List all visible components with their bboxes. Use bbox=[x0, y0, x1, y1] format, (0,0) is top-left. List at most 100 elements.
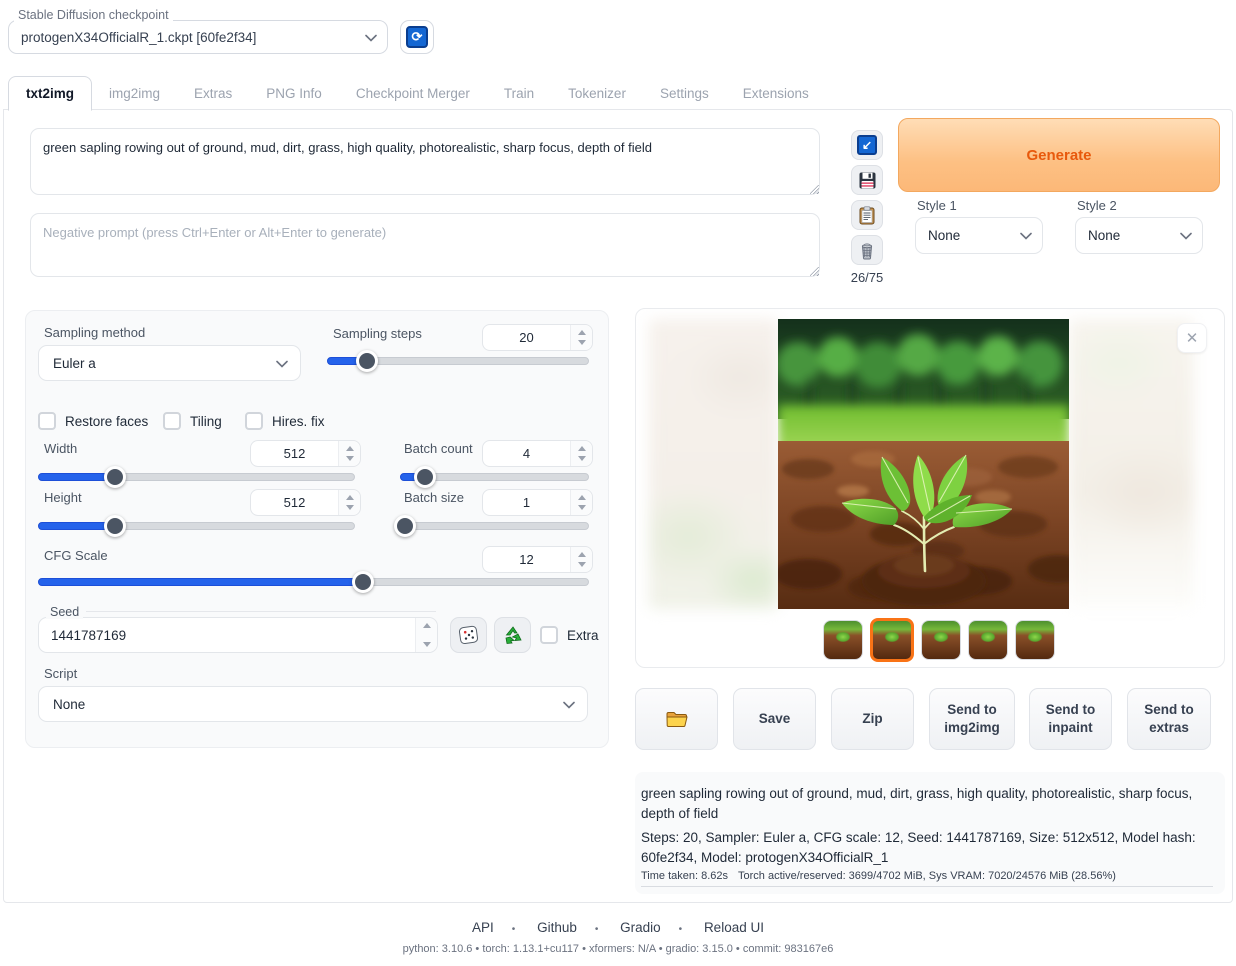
vram-info: Torch active/reserved: 3699/4702 MiB, Sy… bbox=[738, 870, 1116, 882]
batch-count-input[interactable]: 4 bbox=[482, 440, 593, 467]
style2-dropdown[interactable]: None bbox=[1075, 217, 1203, 254]
tab-img2img[interactable]: img2img bbox=[92, 78, 177, 109]
token-counter: 26/75 bbox=[849, 270, 885, 285]
batch-size-slider[interactable] bbox=[400, 522, 589, 530]
batch-count-stepper[interactable] bbox=[570, 441, 592, 466]
tab-extras[interactable]: Extras bbox=[177, 78, 249, 109]
checkbox-box[interactable] bbox=[540, 626, 558, 644]
script-dropdown[interactable]: None bbox=[38, 686, 588, 722]
time-taken: Time taken: 8.62s bbox=[641, 870, 728, 882]
send-to-inpaint-button[interactable]: Send to inpaint bbox=[1029, 688, 1112, 750]
checkpoint-dropdown[interactable]: protogenX34OfficialR_1.ckpt [60fe2f34] bbox=[8, 20, 388, 54]
style1-dropdown[interactable]: None bbox=[915, 217, 1043, 254]
batch-count-label: Batch count bbox=[404, 441, 473, 456]
gallery-thumbnail-5[interactable] bbox=[1015, 620, 1055, 660]
tab-extensions[interactable]: Extensions bbox=[726, 78, 826, 109]
footer-link-reload-ui[interactable]: Reload UI bbox=[704, 920, 764, 935]
prompt-resize-grip[interactable] bbox=[809, 184, 820, 195]
generated-image[interactable] bbox=[778, 319, 1069, 609]
tab-train[interactable]: Train bbox=[487, 78, 551, 109]
sampling-steps-slider[interactable] bbox=[327, 357, 589, 365]
height-input[interactable]: 512 bbox=[250, 489, 361, 516]
paste-params-button[interactable]: ↙ bbox=[851, 130, 883, 160]
generation-info-prompt: green sapling rowing out of ground, mud,… bbox=[641, 784, 1211, 825]
close-gallery-button[interactable]: ✕ bbox=[1177, 323, 1207, 353]
chevron-down-icon bbox=[1180, 232, 1190, 239]
width-stepper[interactable] bbox=[338, 441, 360, 466]
generation-info-panel: green sapling rowing out of ground, mud,… bbox=[635, 772, 1225, 894]
seed-input[interactable]: 1441787169 bbox=[38, 617, 438, 653]
trash-icon bbox=[858, 241, 876, 260]
style2-label: Style 2 bbox=[1077, 198, 1117, 213]
batch-size-value: 1 bbox=[483, 495, 570, 510]
reuse-seed-button[interactable] bbox=[494, 617, 531, 653]
random-seed-button[interactable] bbox=[450, 617, 487, 653]
gallery-thumbnail-1[interactable] bbox=[823, 620, 863, 660]
script-value: None bbox=[53, 697, 85, 712]
send-to-img2img-button[interactable]: Send to img2img bbox=[929, 688, 1015, 750]
cfg-scale-label: CFG Scale bbox=[44, 548, 108, 563]
script-label: Script bbox=[44, 666, 77, 681]
seed-stepper[interactable] bbox=[415, 618, 437, 652]
generate-button[interactable]: Generate bbox=[898, 118, 1220, 192]
tab-settings[interactable]: Settings bbox=[643, 78, 726, 109]
tab-txt2img[interactable]: txt2img bbox=[8, 76, 92, 111]
bullet-separator: • bbox=[679, 924, 683, 935]
batch-size-label: Batch size bbox=[404, 490, 464, 505]
batch-size-stepper[interactable] bbox=[570, 490, 592, 515]
zip-button[interactable]: Zip bbox=[831, 688, 914, 750]
tiling-checkbox[interactable]: Tiling bbox=[163, 412, 222, 430]
tab-checkpoint-merger[interactable]: Checkpoint Merger bbox=[339, 78, 487, 109]
footer-link-github[interactable]: Github bbox=[537, 920, 577, 935]
restore-faces-checkbox[interactable]: Restore faces bbox=[38, 412, 148, 430]
gallery-thumbnail-4[interactable] bbox=[968, 620, 1008, 660]
footer-link-gradio[interactable]: Gradio bbox=[620, 920, 661, 935]
negative-prompt-input[interactable] bbox=[30, 213, 820, 277]
cfg-scale-slider[interactable] bbox=[38, 578, 589, 586]
width-value: 512 bbox=[251, 446, 338, 461]
footer-versions: python: 3.10.6 • torch: 1.13.1+cu117 • x… bbox=[0, 943, 1236, 955]
checkbox-box[interactable] bbox=[38, 412, 56, 430]
height-stepper[interactable] bbox=[338, 490, 360, 515]
sampling-steps-stepper[interactable] bbox=[570, 325, 592, 350]
cfg-scale-input[interactable]: 12 bbox=[482, 546, 593, 573]
tab-tokenizer[interactable]: Tokenizer bbox=[551, 78, 643, 109]
cfg-scale-stepper[interactable] bbox=[570, 547, 592, 572]
chevron-down-icon bbox=[1020, 232, 1030, 239]
hires-fix-label: Hires. fix bbox=[272, 414, 325, 429]
output-gallery: ✕ bbox=[635, 308, 1225, 668]
chevron-down-icon bbox=[563, 701, 573, 708]
footer-link-api[interactable]: API bbox=[472, 920, 494, 935]
gallery-thumbnail-2-selected[interactable] bbox=[870, 618, 914, 662]
send-to-extras-button[interactable]: Send to extras bbox=[1127, 688, 1211, 750]
clear-prompt-button[interactable] bbox=[851, 235, 883, 265]
tiling-label: Tiling bbox=[190, 414, 222, 429]
refresh-icon: ⟳ bbox=[406, 26, 428, 48]
sampling-method-dropdown[interactable]: Euler a bbox=[38, 345, 301, 381]
apply-style-button[interactable] bbox=[851, 200, 883, 230]
style1-value: None bbox=[928, 228, 960, 243]
sampling-steps-input[interactable]: 20 bbox=[482, 324, 593, 351]
height-slider[interactable] bbox=[38, 522, 355, 530]
checkbox-box[interactable] bbox=[163, 412, 181, 430]
folder-icon bbox=[665, 709, 689, 729]
width-input[interactable]: 512 bbox=[250, 440, 361, 467]
save-button[interactable]: Save bbox=[733, 688, 816, 750]
save-style-button[interactable] bbox=[851, 165, 883, 195]
width-slider[interactable] bbox=[38, 473, 355, 481]
extra-seed-checkbox[interactable]: Extra bbox=[540, 626, 599, 644]
negative-prompt-resize-grip[interactable] bbox=[809, 266, 820, 277]
height-value: 512 bbox=[251, 495, 338, 510]
batch-size-input[interactable]: 1 bbox=[482, 489, 593, 516]
prompt-input[interactable] bbox=[30, 128, 820, 195]
recycle-icon bbox=[502, 624, 524, 646]
restore-faces-label: Restore faces bbox=[65, 414, 148, 429]
open-folder-button[interactable] bbox=[635, 688, 718, 750]
hires-fix-checkbox[interactable]: Hires. fix bbox=[245, 412, 325, 430]
sampling-method-value: Euler a bbox=[53, 356, 96, 371]
checkbox-box[interactable] bbox=[245, 412, 263, 430]
gallery-thumbnail-3[interactable] bbox=[921, 620, 961, 660]
refresh-checkpoint-button[interactable]: ⟳ bbox=[400, 20, 434, 54]
batch-count-slider[interactable] bbox=[400, 473, 589, 481]
tab-png-info[interactable]: PNG Info bbox=[249, 78, 339, 109]
